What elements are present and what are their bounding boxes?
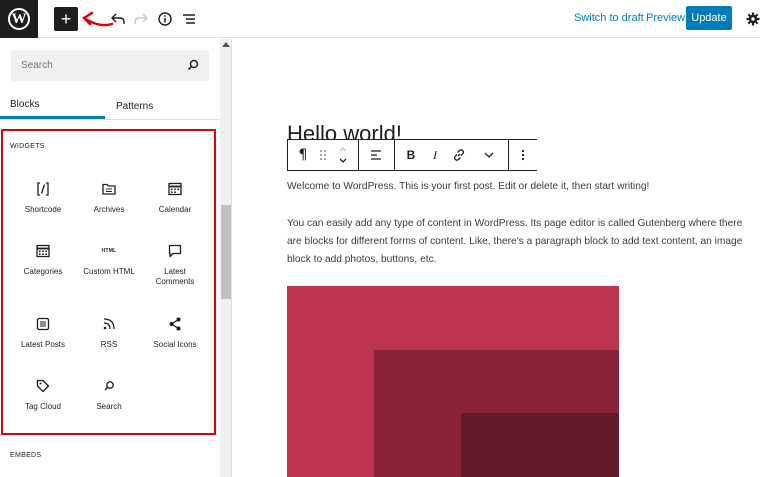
block-item-label: RSS <box>100 340 118 349</box>
drag-handle-icon[interactable] <box>314 140 332 170</box>
block-item-latest-posts[interactable]: Latest Posts <box>10 316 76 350</box>
align-left-icon[interactable] <box>362 140 390 170</box>
move-up-down-icon[interactable] <box>332 140 354 170</box>
shortcode-icon <box>10 181 76 197</box>
redo-icon[interactable] <box>131 9 151 29</box>
toolbar-separator <box>508 140 509 170</box>
html-icon: HTML <box>101 248 117 254</box>
block-item-search[interactable]: Search <box>76 378 142 412</box>
block-item-shortcode[interactable]: Shortcode <box>10 181 76 215</box>
block-item-label: Shortcode <box>24 205 62 214</box>
search-icon <box>187 59 199 71</box>
block-item-label: Archives <box>93 205 125 214</box>
category-label-widgets: WIDGETS <box>10 143 45 150</box>
list-view-icon[interactable] <box>179 9 199 29</box>
wordpress-logo-icon: W <box>8 8 30 30</box>
latest-posts-icon <box>10 316 76 332</box>
scroll-up-arrow-icon[interactable] <box>222 42 230 47</box>
block-item-custom-html[interactable]: HTML Custom HTML <box>76 243 142 277</box>
categories-icon <box>10 243 76 259</box>
block-item-calendar[interactable]: Calendar <box>142 181 208 215</box>
comment-icon <box>142 243 208 259</box>
tab-patterns[interactable]: Patterns <box>105 93 220 119</box>
block-item-label: Tag Cloud <box>24 402 62 411</box>
tag-icon <box>10 378 76 394</box>
editor-canvas: Hello world! ¶ B I Welcome to WordPress.… <box>233 39 760 477</box>
block-inserter-panel: Blocks Patterns WIDGETS Shortcode Archiv… <box>0 39 232 477</box>
more-options-icon[interactable] <box>512 140 534 170</box>
block-item-label: Social Icons <box>153 340 197 349</box>
block-item-label: Latest Comments <box>155 267 195 286</box>
editor-header: W + Switch to draft Preview Update <box>0 0 760 38</box>
toolbar-separator <box>358 140 359 170</box>
settings-gear-icon[interactable] <box>743 9 760 29</box>
block-item-rss[interactable]: RSS <box>76 316 142 350</box>
block-toolbar: ¶ B I <box>287 139 537 171</box>
block-item-label: Categories <box>23 267 63 276</box>
block-item-archives[interactable]: Archives <box>76 181 142 215</box>
toolbar-separator <box>394 140 395 170</box>
category-label-embeds: EMBEDS <box>10 452 42 459</box>
block-item-label: Custom HTML <box>83 267 135 276</box>
preview-button[interactable]: Preview <box>646 12 685 24</box>
scrollbar-thumb[interactable] <box>221 205 231 299</box>
sidebar-scrollbar[interactable] <box>220 39 231 477</box>
block-item-social-icons[interactable]: Social Icons <box>142 316 208 350</box>
link-icon[interactable] <box>448 140 470 170</box>
wordpress-editor: W + Switch to draft Preview Update Searc… <box>0 0 760 477</box>
tabs-divider <box>0 119 220 120</box>
image-block[interactable] <box>287 286 619 477</box>
search-input[interactable] <box>11 50 181 81</box>
image-shape <box>461 413 619 477</box>
block-item-latest-comments[interactable]: Latest Comments <box>142 243 208 287</box>
undo-icon[interactable] <box>108 9 128 29</box>
paragraph-icon[interactable]: ¶ <box>292 140 314 170</box>
info-icon[interactable] <box>155 9 175 29</box>
block-item-label: Calendar <box>158 205 192 214</box>
block-item-tag-cloud[interactable]: Tag Cloud <box>10 378 76 412</box>
wordpress-logo[interactable]: W <box>0 0 38 38</box>
italic-icon[interactable]: I <box>424 140 446 170</box>
plus-icon: + <box>60 9 72 29</box>
paragraph-block[interactable]: You can easily add any type of content i… <box>287 215 759 269</box>
inserter-tabs: Blocks Patterns <box>0 93 220 119</box>
block-item-label: Latest Posts <box>20 340 66 349</box>
bold-icon[interactable]: B <box>400 140 422 170</box>
search-icon <box>76 378 142 394</box>
switch-to-draft-button[interactable]: Switch to draft <box>574 12 644 24</box>
paragraph-block[interactable]: Welcome to WordPress. This is your first… <box>287 178 759 196</box>
rss-icon <box>76 316 142 332</box>
calendar-icon <box>142 181 208 197</box>
update-button[interactable]: Update <box>686 6 732 30</box>
tab-blocks[interactable]: Blocks <box>0 93 105 119</box>
chevron-down-icon[interactable] <box>478 140 500 170</box>
block-item-categories[interactable]: Categories <box>10 243 76 277</box>
share-icon <box>142 316 208 332</box>
block-item-label: Search <box>96 402 122 411</box>
inserter-search <box>11 50 209 81</box>
archives-icon <box>76 181 142 197</box>
block-inserter-button[interactable]: + <box>54 7 78 31</box>
